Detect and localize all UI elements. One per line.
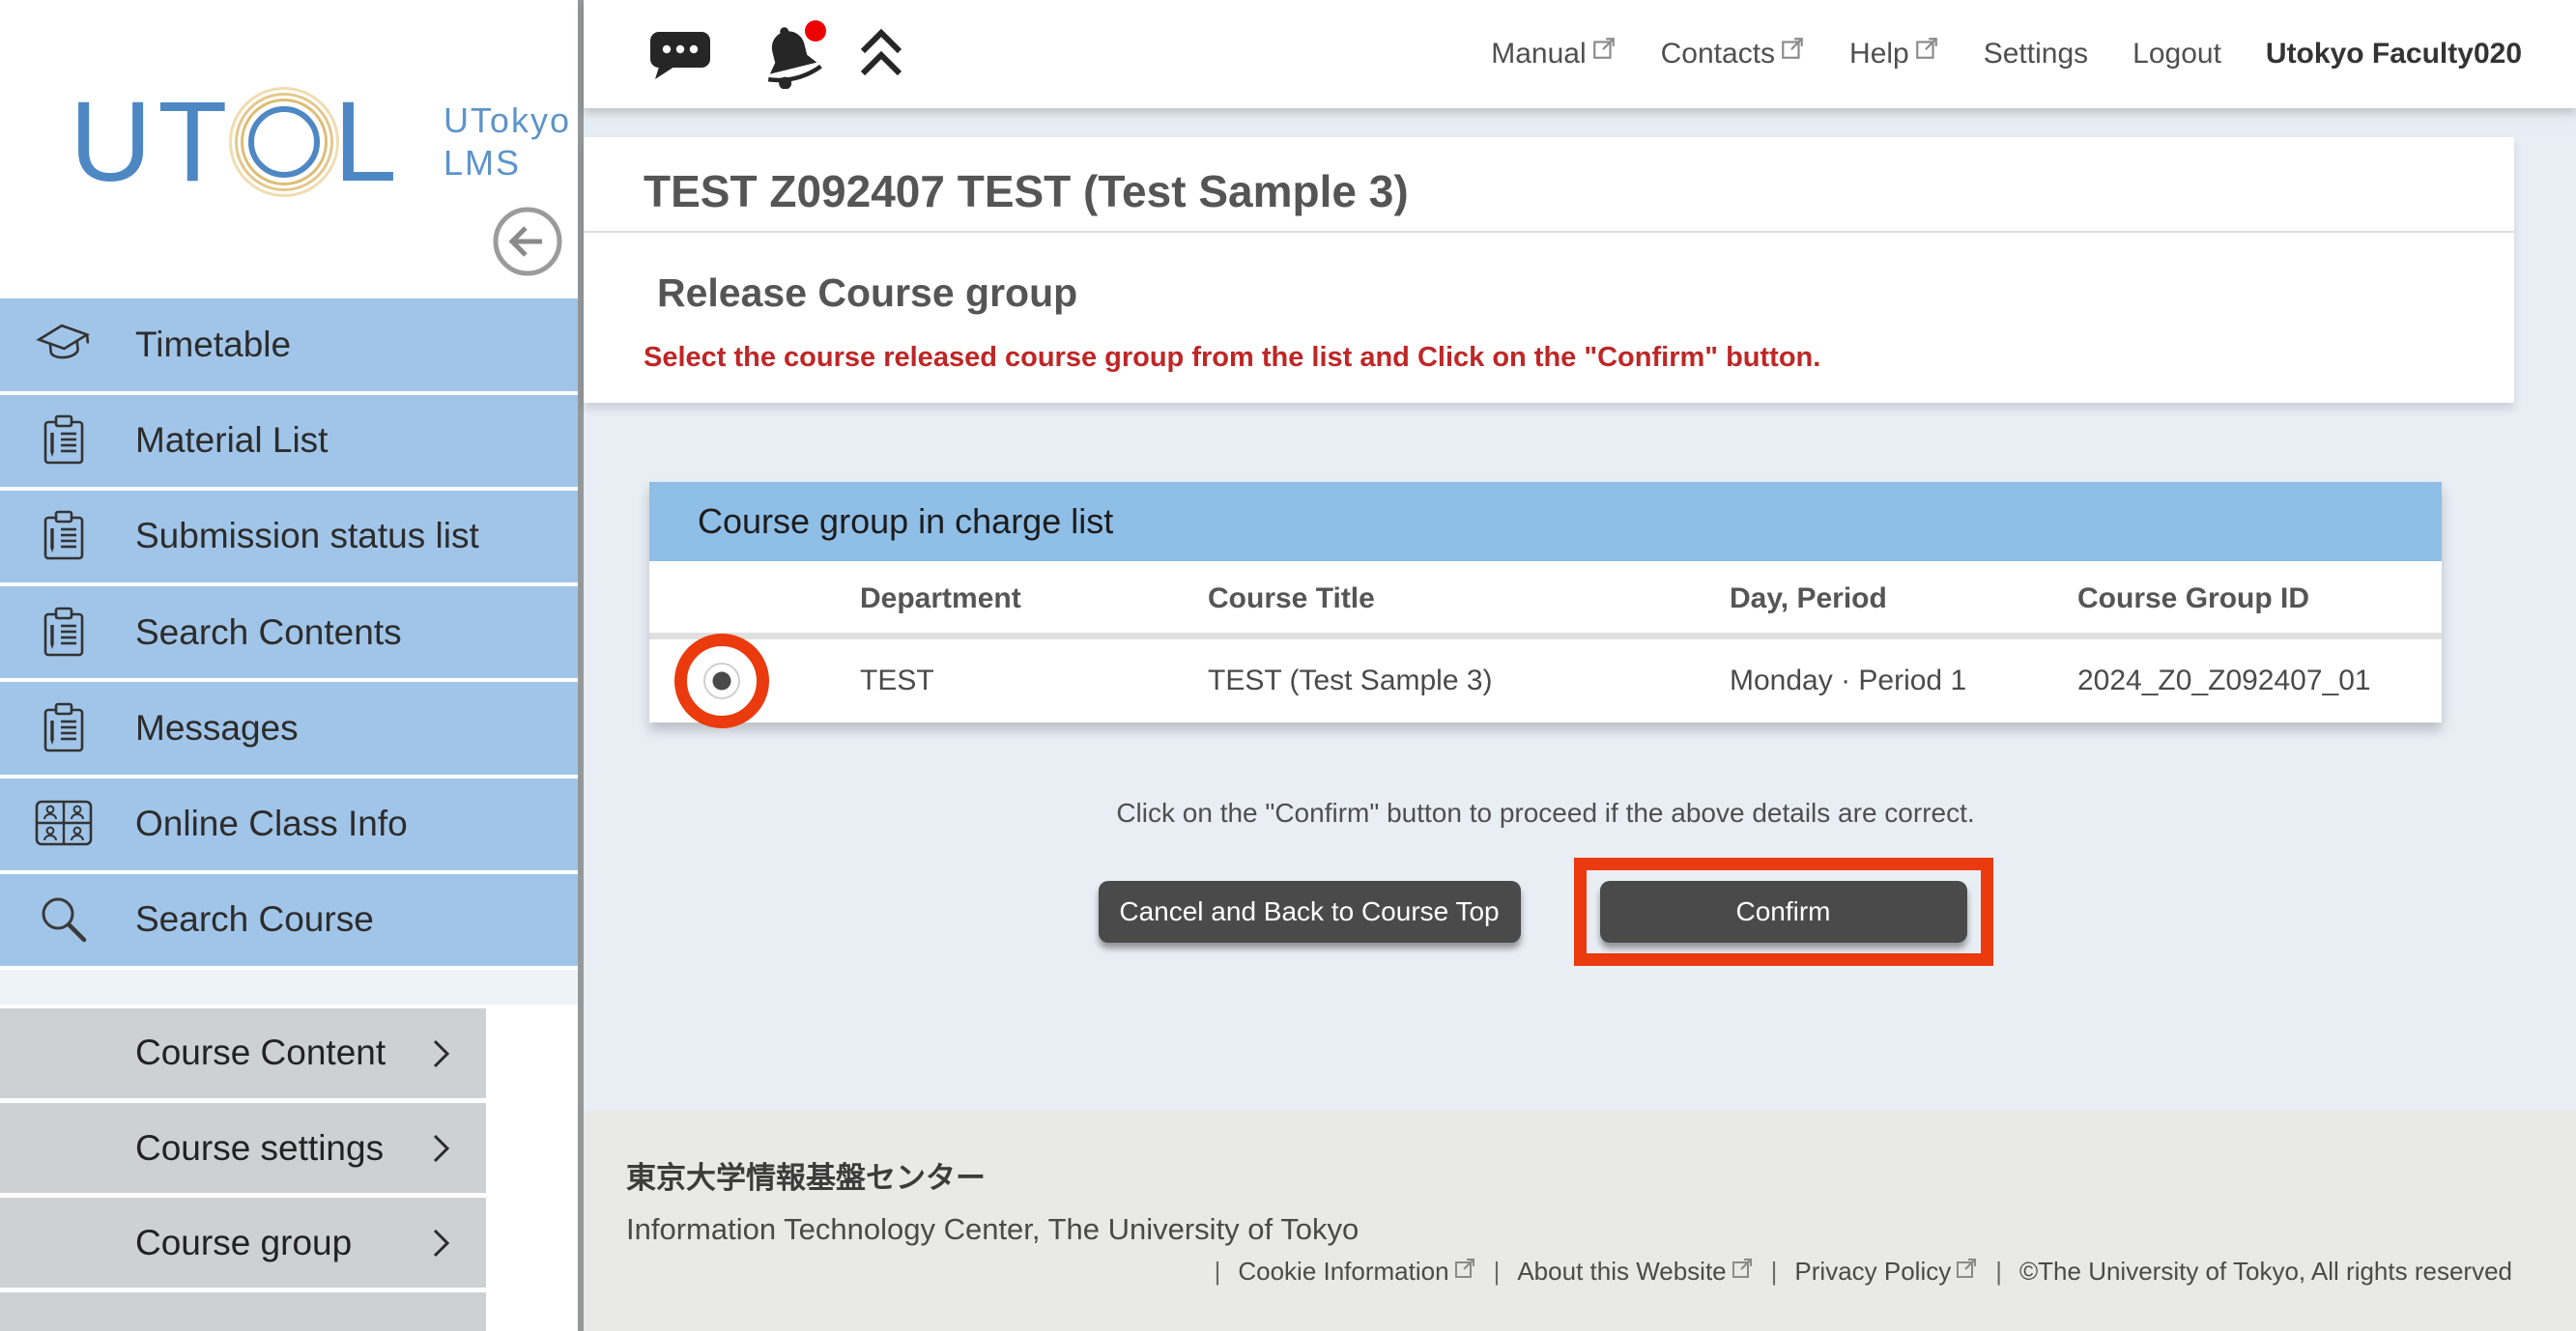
instruction-text: Select the course released course group …	[584, 342, 2514, 374]
chevron-right-icon	[432, 1038, 451, 1069]
footer-links: | Cookie Information | About this Websit…	[626, 1257, 2512, 1287]
sidebar-item-messages[interactable]: Messages	[0, 682, 578, 774]
logo-letters-ut: UT	[70, 85, 233, 199]
sidebar-item-label: Timetable	[135, 325, 291, 365]
settings-link[interactable]: Settings	[1984, 38, 2088, 71]
logo-wordmark: UTokyo LMS	[444, 99, 571, 184]
sidebar-group-label: Course group	[135, 1223, 352, 1263]
graduation-cap-icon	[35, 316, 93, 374]
topbar-links: Manual Contacts Help Settings	[1491, 38, 2522, 71]
sidebar-group-course-group[interactable]: Course group	[0, 1198, 486, 1288]
sidebar-item-material-list[interactable]: Material List	[0, 395, 578, 487]
logo-ring-o-icon	[248, 106, 320, 178]
user-name: Utokyo Faculty020	[2266, 38, 2522, 71]
cookie-information-link[interactable]: Cookie Information	[1238, 1257, 1475, 1287]
course-group-table: Department Course Title Day, Period Cour…	[649, 561, 2442, 722]
page-title: TEST Z092407 TEST (Test Sample 3)	[584, 137, 2514, 233]
sidebar-spacer-band	[0, 970, 578, 1005]
sidebar-group-label: Course settings	[135, 1128, 384, 1169]
footer: 東京大学情報基盤センター Information Technology Cent…	[584, 1111, 2576, 1331]
column-header-day-period: Day, Period	[1664, 561, 2012, 637]
topbar-icons	[647, 19, 904, 89]
chevron-right-icon	[432, 1133, 451, 1164]
sidebar-group-label: Course Content	[135, 1033, 386, 1073]
chevron-right-icon	[432, 1228, 451, 1259]
external-link-icon	[1453, 1257, 1476, 1280]
back-arrow-circle-icon	[491, 205, 564, 278]
sidebar-item-search-contents[interactable]: Search Contents	[0, 586, 578, 678]
footer-org-jp: 東京大学情報基盤センター	[626, 1153, 2512, 1197]
sidebar-item-label: Search Course	[135, 899, 374, 940]
sidebar-collapse-button[interactable]	[491, 205, 564, 278]
clipboard-icon	[35, 411, 93, 469]
sidebar-item-label: Submission status list	[135, 516, 479, 556]
about-this-website-link[interactable]: About this Website	[1517, 1257, 1753, 1287]
sidebar-item-label: Search Contents	[135, 612, 402, 653]
chat-icon[interactable]	[647, 25, 713, 83]
clipboard-icon	[35, 604, 93, 662]
confirm-note: Click on the "Confirm" button to proceed…	[649, 798, 2442, 829]
video-grid-icon	[35, 795, 93, 853]
column-header-course-title: Course Title	[1142, 561, 1664, 637]
sidebar-item-label: Material List	[135, 420, 328, 461]
sidebar-group-partial	[0, 1292, 486, 1331]
sidebar: UT L UTokyo LMS Timetable	[0, 0, 584, 1331]
cell-course-group-id: 2024_Z0_Z092407_01	[2012, 637, 2442, 723]
notification-dot	[805, 20, 826, 42]
bell-icon[interactable]	[758, 19, 829, 89]
button-row: Cancel and Back to Course Top Confirm	[649, 858, 2442, 966]
section-title: Release Course group	[584, 269, 2514, 317]
footer-org-en: Information Technology Center, The Unive…	[626, 1212, 2512, 1247]
confirm-button[interactable]: Confirm	[1600, 881, 1967, 943]
magnifier-icon	[35, 891, 93, 949]
cell-day-period: Monday · Period 1	[1664, 637, 2012, 723]
copyright-text: ©The University of Tokyo, All rights res…	[2019, 1257, 2512, 1287]
cell-department: TEST	[794, 637, 1142, 723]
cancel-button[interactable]: Cancel and Back to Course Top	[1099, 881, 1521, 943]
sidebar-group-course-content[interactable]: Course Content	[0, 1008, 486, 1098]
course-group-radio[interactable]	[703, 663, 740, 699]
sidebar-item-submission-status-list[interactable]: Submission status list	[0, 491, 578, 582]
radio-column-header	[649, 561, 794, 637]
manual-link[interactable]: Manual	[1491, 38, 1616, 71]
logo-letter-l: L	[333, 85, 403, 199]
table-row: TEST TEST (Test Sample 3) Monday · Perio…	[649, 637, 2442, 723]
help-link[interactable]: Help	[1849, 38, 1939, 71]
radio-cell	[649, 637, 794, 723]
privacy-policy-link[interactable]: Privacy Policy	[1794, 1257, 1978, 1287]
clipboard-icon	[35, 507, 93, 565]
table-header-row: Department Course Title Day, Period Cour…	[649, 561, 2442, 637]
external-link-icon	[1955, 1257, 1978, 1280]
main-area: Manual Contacts Help Settings	[584, 0, 2576, 1331]
topbar: Manual Contacts Help Settings	[584, 0, 2576, 108]
external-link-icon	[1591, 36, 1617, 61]
topbar-gap-band	[584, 108, 2576, 137]
column-header-department: Department	[794, 561, 1142, 637]
sidebar-item-label: Messages	[135, 708, 299, 749]
column-header-course-group-id: Course Group ID	[2012, 561, 2442, 637]
double-chevron-up-icon[interactable]	[858, 26, 904, 82]
utol-logo: UT L UTokyo LMS	[70, 85, 571, 199]
sidebar-item-timetable[interactable]: Timetable	[0, 298, 578, 390]
sidebar-item-label: Online Class Info	[135, 804, 408, 844]
contacts-link[interactable]: Contacts	[1661, 38, 1805, 71]
table-title-bar: Course group in charge list	[649, 482, 2442, 561]
sidebar-item-search-course[interactable]: Search Course	[0, 874, 578, 966]
external-link-icon	[1914, 36, 1939, 61]
clipboard-icon	[35, 699, 93, 757]
course-group-table-card: Course group in charge list Department C…	[649, 482, 2442, 722]
sidebar-group-course-settings[interactable]: Course settings	[0, 1103, 486, 1193]
cell-course-title: TEST (Test Sample 3)	[1142, 637, 1664, 723]
course-header-card: TEST Z092407 TEST (Test Sample 3) Releas…	[584, 137, 2514, 403]
logout-link[interactable]: Logout	[2132, 38, 2221, 71]
logo-area: UT L UTokyo LMS	[0, 0, 578, 298]
annotation-box: Confirm	[1574, 858, 1993, 966]
content-area: Course group in charge list Department C…	[584, 403, 2576, 1111]
sidebar-item-online-class-info[interactable]: Online Class Info	[0, 779, 578, 870]
external-link-icon	[1780, 36, 1805, 61]
external-link-icon	[1731, 1257, 1754, 1280]
